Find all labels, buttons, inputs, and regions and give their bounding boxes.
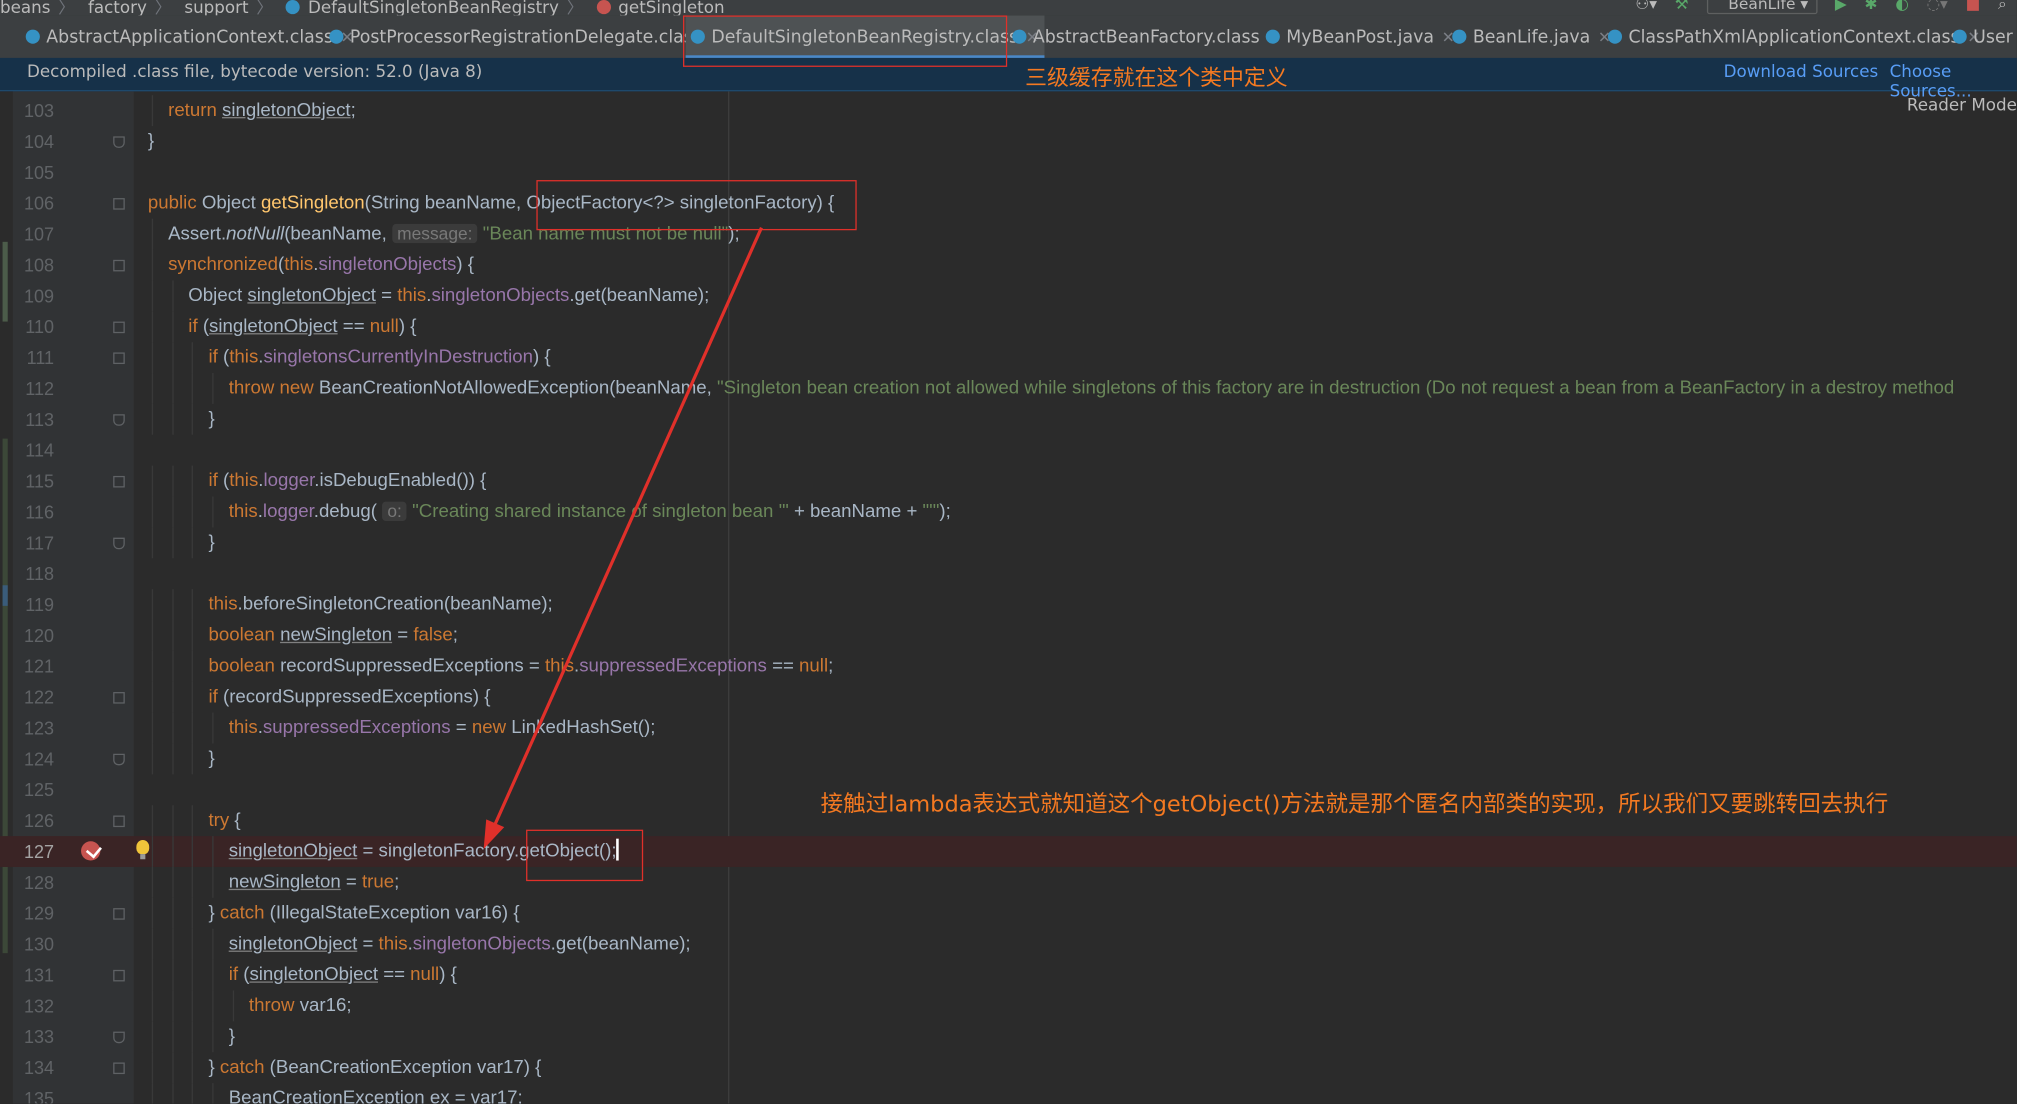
annotation-note-top: 三级缓存就在这个类中定义 [1025,65,1288,92]
ide-window: beans 〉 factory 〉 support 〉 DefaultSingleto… [0,0,2017,1104]
annotation-note-lambda: 接触过lambda表达式就知道这个getObject()方法就是那个匿名内部类的… [820,792,1889,819]
annotation-arrow [483,227,763,849]
